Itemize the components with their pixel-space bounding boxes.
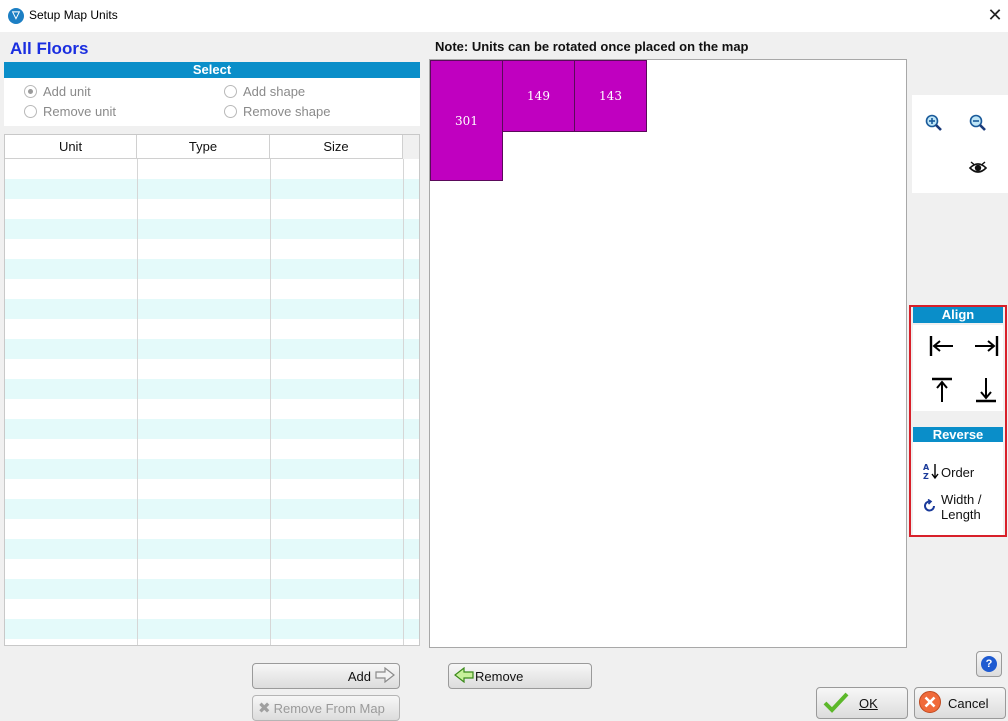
radio-dot[interactable] xyxy=(24,105,37,118)
svg-text:A: A xyxy=(923,463,930,472)
app-icon: ▽ xyxy=(8,8,24,24)
map-unit[interactable]: 301 xyxy=(430,60,503,181)
svg-text:Z: Z xyxy=(923,472,929,480)
reverse-width-length-button[interactable]: Width / Length xyxy=(923,492,981,522)
table-header-corner xyxy=(403,135,419,159)
radio-dot[interactable] xyxy=(224,85,237,98)
remove-label: Remove xyxy=(475,668,524,684)
sort-az-icon: AZ xyxy=(923,462,941,483)
checkmark-icon xyxy=(823,691,849,716)
help-button[interactable]: ? xyxy=(976,651,1002,677)
map-unit[interactable]: 143 xyxy=(574,60,647,132)
radio-add-shape[interactable]: Add shape xyxy=(224,84,305,99)
radio-add-unit[interactable]: Add unit xyxy=(24,84,91,99)
map-canvas[interactable]: 301 149 143 xyxy=(429,59,907,648)
align-left-icon[interactable] xyxy=(927,331,957,361)
radio-remove-shape[interactable]: Remove shape xyxy=(224,104,330,119)
add-label: Add xyxy=(347,668,371,684)
close-icon[interactable]: ✕ xyxy=(984,4,1006,26)
cancel-icon xyxy=(918,690,942,717)
width-label: Width / xyxy=(941,492,982,507)
radio-dot[interactable] xyxy=(224,105,237,118)
column-header-type[interactable]: Type xyxy=(137,135,270,158)
align-top-icon[interactable] xyxy=(927,375,957,405)
radio-label: Add unit xyxy=(43,84,91,99)
zoom-out-icon[interactable] xyxy=(966,113,990,137)
title-bar: ▽ Setup Map Units ✕ xyxy=(0,0,1008,32)
table-body[interactable] xyxy=(5,159,419,645)
eye-icon[interactable] xyxy=(966,158,990,182)
zoom-in-icon[interactable] xyxy=(922,113,946,137)
reverse-width-length-label: Width / Length xyxy=(941,492,981,522)
align-buttons xyxy=(913,325,1003,411)
radio-remove-unit[interactable]: Remove unit xyxy=(24,104,116,119)
column-divider xyxy=(137,159,138,645)
radio-dot-selected[interactable] xyxy=(24,85,37,98)
radio-label: Add shape xyxy=(243,84,306,99)
cancel-label: Cancel xyxy=(948,695,989,711)
rotation-note: Note: Units can be rotated once placed o… xyxy=(435,39,749,54)
reverse-order-label: Order xyxy=(941,465,975,480)
window-title: Setup Map Units xyxy=(29,8,118,22)
column-header-size[interactable]: Size xyxy=(270,135,403,158)
column-header-unit[interactable]: Unit xyxy=(5,135,137,158)
floors-label: All Floors xyxy=(10,39,89,58)
align-header: Align xyxy=(913,307,1003,323)
reverse-buttons: AZ Order Width / Length xyxy=(913,442,1003,535)
reverse-order-button[interactable]: AZ Order xyxy=(923,462,974,483)
table-header: Unit Type Size xyxy=(5,135,403,159)
help-icon: ? xyxy=(981,656,997,672)
ok-label: OK xyxy=(859,695,878,711)
zoom-panel xyxy=(912,95,1008,193)
arrow-left-icon xyxy=(454,666,474,686)
arrow-right-icon xyxy=(375,666,395,686)
remove-from-map-button[interactable]: ✖ Remove From Map xyxy=(252,695,400,721)
add-button[interactable]: Add xyxy=(252,663,400,689)
radio-label: Remove unit xyxy=(43,104,116,119)
ok-button[interactable]: OK xyxy=(816,687,908,719)
radio-label: Remove shape xyxy=(243,104,331,119)
cancel-button[interactable]: Cancel xyxy=(914,687,1006,719)
map-unit[interactable]: 149 xyxy=(502,60,575,132)
x-icon: ✖ xyxy=(258,700,271,717)
remove-from-map-label: Remove From Map xyxy=(273,700,385,716)
remove-button[interactable]: Remove xyxy=(448,663,592,689)
align-right-icon[interactable] xyxy=(971,331,1001,361)
column-divider xyxy=(270,159,271,645)
length-label: Length xyxy=(941,507,981,522)
align-bottom-icon[interactable] xyxy=(971,375,1001,405)
align-reverse-panel: Align Reverse AZ Order Width / Length xyxy=(909,305,1007,537)
units-table[interactable]: Unit Type Size xyxy=(4,134,420,646)
reverse-header: Reverse xyxy=(913,427,1003,443)
select-panel: Select Add unit Remove unit Add shape Re… xyxy=(4,62,420,126)
rotate-icon xyxy=(923,498,941,516)
column-divider xyxy=(403,159,404,645)
select-header: Select xyxy=(4,62,420,78)
